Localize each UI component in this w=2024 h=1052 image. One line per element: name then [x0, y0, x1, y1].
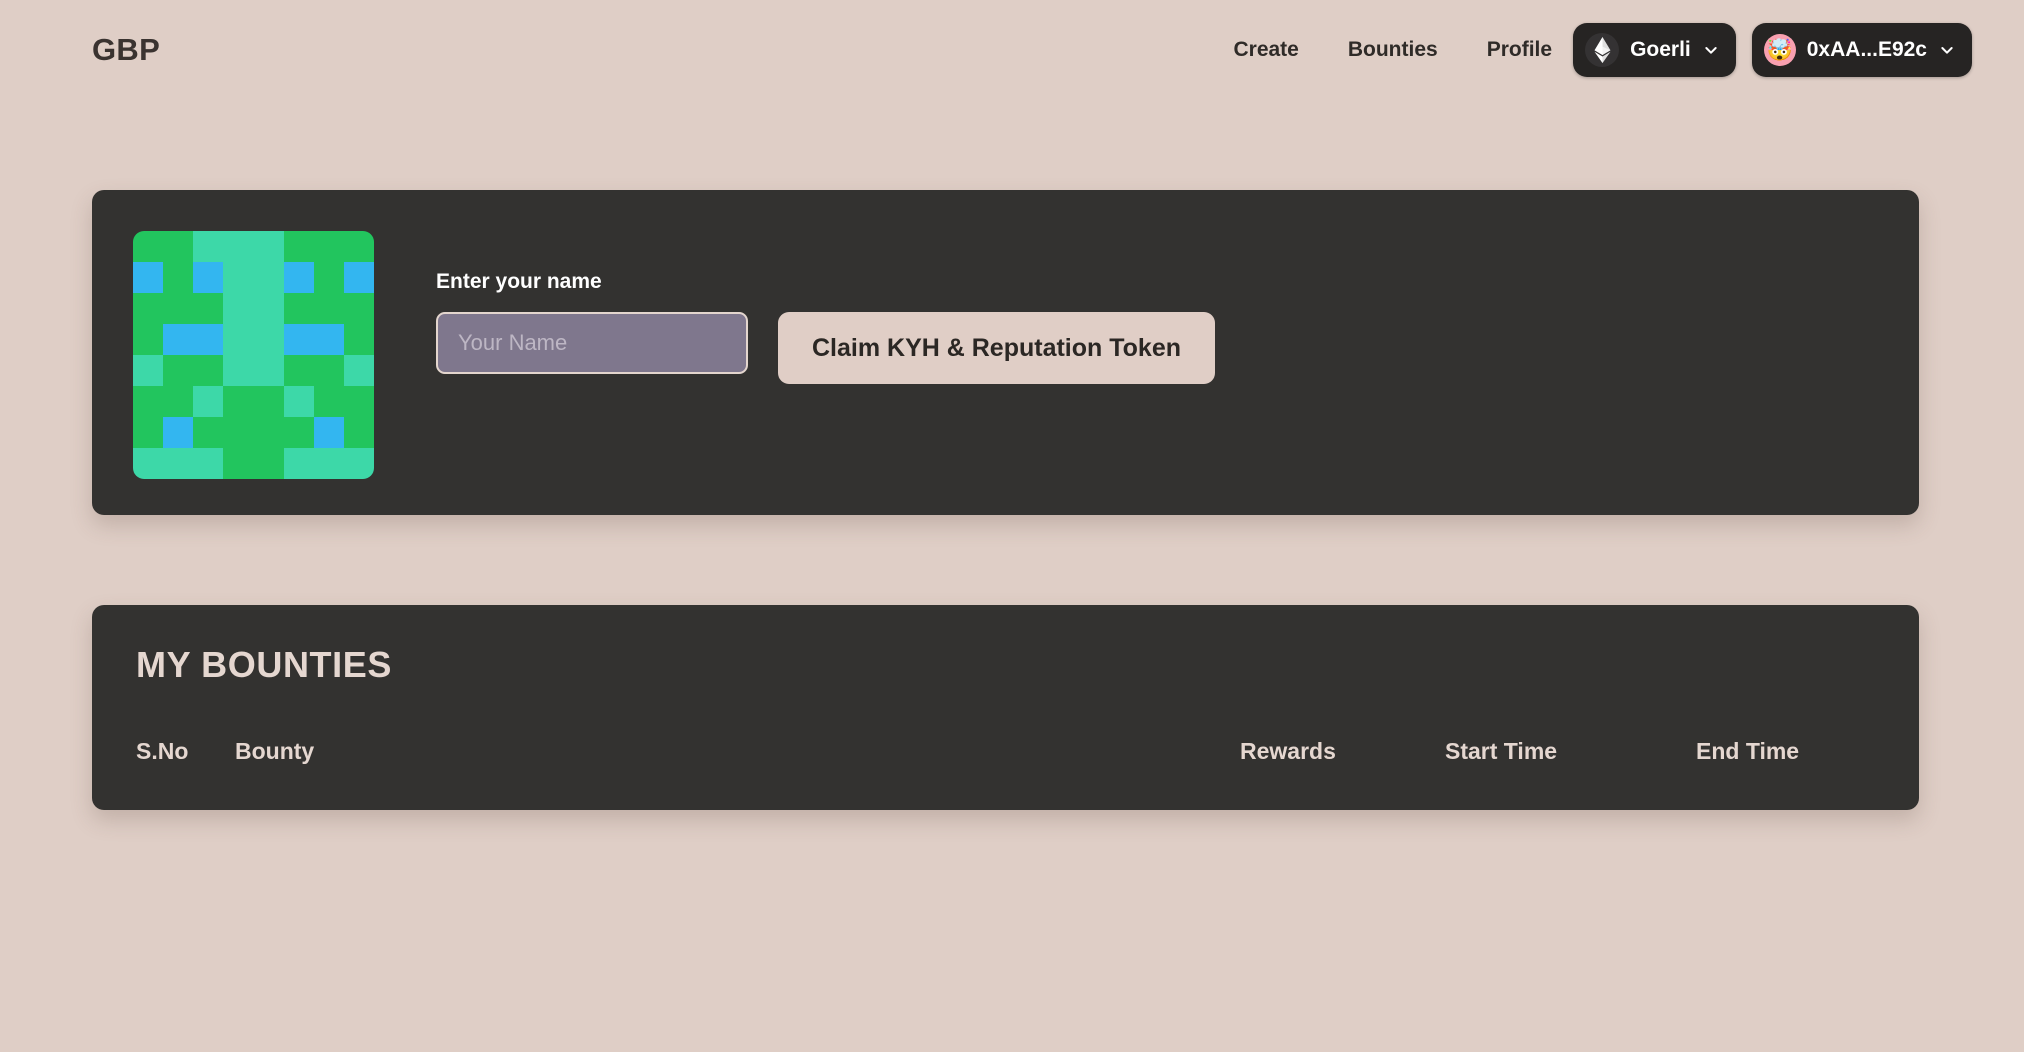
nav-link-create[interactable]: Create [1233, 38, 1298, 62]
nav-link-bounties[interactable]: Bounties [1348, 38, 1438, 62]
column-header-sno: S.No [136, 738, 189, 764]
identicon-cell [343, 324, 374, 355]
identicon-cell [343, 293, 374, 324]
identicon-cell [313, 386, 344, 417]
identicon-cell [283, 231, 314, 262]
column-header-bounty: Bounty [235, 738, 315, 764]
identicon-cell [283, 417, 314, 448]
identicon-cell [253, 293, 284, 324]
claim-form-row: Claim KYH & Reputation Token [436, 312, 1216, 384]
identicon-cell [283, 262, 314, 293]
identicon-cell [163, 293, 194, 324]
identicon-cell [343, 355, 374, 386]
brand-logo[interactable]: GBP [92, 32, 160, 68]
identicon-cell [313, 231, 344, 262]
identicon-cell [133, 231, 164, 262]
chevron-down-icon [1703, 42, 1719, 58]
profile-card: Enter your name Claim KYH & Reputation T… [92, 190, 1919, 515]
identicon-cell [343, 386, 374, 417]
identicon-cell [313, 324, 344, 355]
claim-form: Enter your name Claim KYH & Reputation T… [436, 270, 1216, 384]
identicon-cell [193, 231, 224, 262]
identicon-cell [193, 386, 224, 417]
identicon-cell [253, 262, 284, 293]
identicon-cell [283, 448, 314, 479]
name-input[interactable] [436, 312, 748, 374]
identicon-cell [163, 231, 194, 262]
identicon-cell [193, 324, 224, 355]
avatar: 🤯 [1763, 34, 1796, 66]
nav-link-profile[interactable]: Profile [1487, 38, 1552, 62]
identicon-cell [223, 262, 254, 293]
identicon-cell [193, 417, 224, 448]
identicon-cell [253, 448, 284, 479]
chevron-down-icon [1939, 42, 1955, 58]
identicon-cell [163, 262, 194, 293]
navbar: GBP Create Bounties Profile Goerli 🤯 0xA… [0, 0, 2024, 100]
wallet-group: Goerli 🤯 0xAA...E92c [1573, 23, 1972, 77]
identicon-cell [223, 448, 254, 479]
claim-token-button[interactable]: Claim KYH & Reputation Token [778, 312, 1216, 384]
ethereum-icon [1585, 33, 1620, 67]
identicon-cell [343, 231, 374, 262]
network-selector-button[interactable]: Goerli [1573, 23, 1736, 77]
column-header-rewards: Rewards [1240, 738, 1336, 764]
account-address-label: 0xAA...E92c [1806, 38, 1927, 61]
identicon-cell [283, 293, 314, 324]
identicon-cell [193, 293, 224, 324]
identicon-cell [223, 231, 254, 262]
identicon-cell [313, 262, 344, 293]
identicon-cell [223, 324, 254, 355]
identicon-cell [223, 386, 254, 417]
identicon-cell [343, 417, 374, 448]
profile-identicon [133, 231, 374, 479]
identicon-cell [253, 355, 284, 386]
nav-links: Create Bounties Profile [1233, 38, 1552, 62]
page-title: MY BOUNTIES [136, 644, 392, 685]
identicon-cell [253, 324, 284, 355]
identicon-cell [133, 448, 164, 479]
identicon-cell [283, 355, 314, 386]
identicon-cell [163, 448, 194, 479]
identicon-cell [163, 386, 194, 417]
identicon-cell [283, 324, 314, 355]
network-label: Goerli [1630, 38, 1691, 61]
identicon-cell [253, 386, 284, 417]
column-header-end-time: End Time [1696, 738, 1800, 764]
identicon-cell [133, 417, 164, 448]
column-header-start-time: Start Time [1445, 738, 1558, 764]
identicon-cell [313, 448, 344, 479]
identicon-cell [313, 355, 344, 386]
identicon-cell [133, 386, 164, 417]
identicon-cell [283, 386, 314, 417]
identicon-cell [223, 293, 254, 324]
identicon-cell [253, 231, 284, 262]
bounties-table-header: S.No Bounty Rewards Start Time End Time [136, 738, 1919, 765]
identicon-cell [193, 448, 224, 479]
app-root: GBP Create Bounties Profile Goerli 🤯 0xA… [0, 0, 2024, 1052]
identicon-cell [133, 293, 164, 324]
identicon-cell [163, 417, 194, 448]
identicon-cell [133, 262, 164, 293]
identicon-cell [163, 324, 194, 355]
name-field-label: Enter your name [436, 270, 602, 293]
identicon-cell [343, 262, 374, 293]
identicon-cell [193, 262, 224, 293]
identicon-cell [253, 417, 284, 448]
identicon-cell [313, 417, 344, 448]
identicon-cell [313, 293, 344, 324]
identicon-cell [133, 324, 164, 355]
identicon-cell [193, 355, 224, 386]
identicon-cell [133, 355, 164, 386]
account-button[interactable]: 🤯 0xAA...E92c [1751, 23, 1972, 77]
identicon-cell [223, 417, 254, 448]
identicon-cell [163, 355, 194, 386]
identicon-cell [343, 448, 374, 479]
my-bounties-card: MY BOUNTIES S.No Bounty Rewards Start Ti… [92, 605, 1919, 810]
identicon-cell [223, 355, 254, 386]
